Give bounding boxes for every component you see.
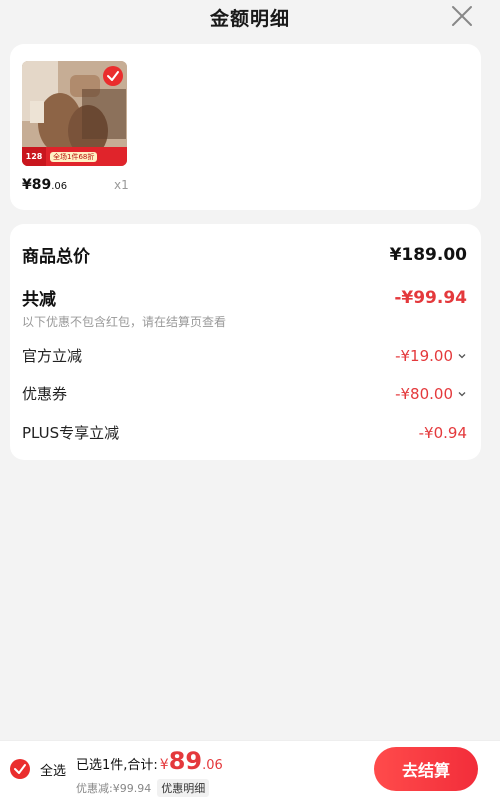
total-price-value: ¥189.00 [389, 244, 467, 265]
chevron-down-icon [458, 391, 466, 396]
checkout-button[interactable]: 去结算 [374, 747, 478, 791]
official-discount-row[interactable]: 官方立减 -¥19.00 [22, 345, 467, 366]
coupon-row[interactable]: 优惠券 -¥80.00 [22, 383, 467, 404]
amount-detail-page: 金额明细 128 全场1件68折 ¥89.06 x1 商品总价 ¥189.00 … [0, 0, 500, 797]
thumb-price: 128 [22, 147, 46, 166]
select-all-label: 全选 [40, 763, 67, 779]
currency-symbol: ¥ [159, 757, 169, 773]
select-all-toggle[interactable]: 全选 [10, 759, 66, 779]
chevron-down-icon [458, 353, 466, 358]
checked-circle-icon [10, 759, 30, 779]
plus-discount-value: -¥0.94 [418, 423, 467, 442]
product-price-cents: .06 [51, 181, 68, 192]
total-line: 已选1件,合计: ¥ 89 .06 [76, 747, 223, 775]
price-summary-card: 商品总价 ¥189.00 共减 -¥99.94 以下优惠不包含红包，请在结算页查… [10, 224, 481, 460]
official-discount-label: 官方立减 [22, 347, 83, 365]
promo-ribbon: 128 全场1件68折 [22, 147, 127, 166]
close-button[interactable] [450, 4, 474, 28]
discount-sub-text: 优惠减:¥99.94 [76, 782, 152, 795]
total-amount: 89 [168, 747, 203, 775]
thumb-promo-text: 全场1件68折 [50, 151, 98, 162]
total-discount-row: 共减 -¥99.94 [22, 285, 467, 311]
discount-subline: 优惠减:¥99.94 优惠明细 [76, 779, 210, 797]
plus-discount-row: PLUS专享立减 -¥0.94 [22, 422, 467, 443]
plus-discount-label: PLUS专享立减 [22, 424, 120, 442]
page-title: 金额明细 [209, 7, 290, 30]
close-icon [452, 6, 472, 26]
checkout-bar: 全选 已选1件,合计: ¥ 89 .06 优惠减:¥99.94 优惠明细 去结算 [0, 740, 500, 797]
official-discount-value: -¥19.00 [395, 346, 453, 365]
product-card: 128 全场1件68折 ¥89.06 x1 [10, 44, 481, 210]
product-price: ¥89.06 [22, 177, 67, 193]
total-discount-value: -¥99.94 [394, 287, 467, 308]
discount-detail-button[interactable]: 优惠明细 [157, 779, 210, 797]
selected-count-text: 已选1件,合计: [76, 758, 158, 773]
product-thumbnail[interactable]: 128 全场1件68折 [22, 61, 127, 166]
selected-check-icon [103, 66, 123, 86]
product-price-main: ¥89 [22, 177, 52, 193]
total-amount-cents: .06 [202, 758, 223, 773]
discount-note-text: 以下优惠不包含红包，请在结算页查看 [22, 315, 227, 329]
coupon-label: 优惠券 [22, 385, 68, 403]
header: 金额明细 [0, 0, 500, 34]
discount-note: 以下优惠不包含红包，请在结算页查看 [22, 313, 467, 330]
total-price-row: 商品总价 ¥189.00 [22, 242, 467, 268]
coupon-value: -¥80.00 [395, 384, 453, 403]
total-price-label: 商品总价 [22, 247, 90, 267]
product-quantity: x1 [114, 178, 129, 192]
total-discount-label: 共减 [22, 290, 56, 310]
